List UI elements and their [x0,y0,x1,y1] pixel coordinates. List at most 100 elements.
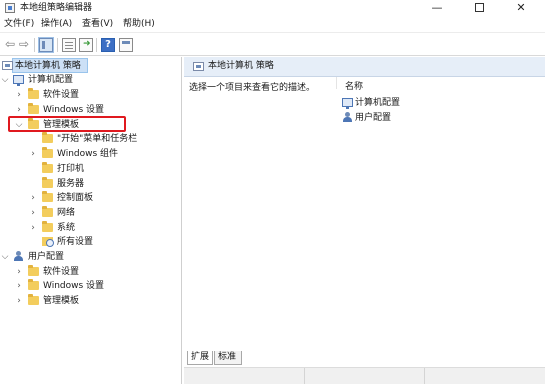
folder-icon [28,88,39,99]
folder-icon [28,103,39,114]
tab-standard[interactable]: 标准 [214,351,242,365]
close-button[interactable]: ✕ [500,0,542,17]
column-separator [336,77,337,89]
tree-item-windows-components[interactable]: › Windows 组件 [0,147,180,161]
minimize-button[interactable]: — [416,0,458,17]
app-icon [5,3,15,13]
tree-item-start-menu[interactable]: "开始"菜单和任务栏 [0,132,180,146]
tree-label: Windows 组件 [57,149,119,159]
chevron-right-icon[interactable]: › [28,221,38,235]
tree-item-user-config[interactable]: ⌵ 用户配置 [0,250,180,264]
show-pane-icon[interactable] [38,37,54,53]
folder-icon [28,265,39,276]
status-segment [304,368,305,384]
chevron-right-icon[interactable]: › [28,191,38,205]
folder-icon [42,162,53,173]
folder-icon [42,132,53,143]
tree-root-label: 本地计算机 策略 [15,61,81,71]
folder-icon [28,294,39,305]
content-pane: 本地计算机 策略 选择一个项目来查看它的描述。 名称 计算机配置 用户配置 扩展… [184,57,545,384]
title-bar: 本地组策略编辑器 — ✕ [0,0,545,17]
back-icon[interactable]: ⇦ [3,38,17,52]
tree-label: 网络 [57,208,76,218]
tree-label: 打印机 [57,164,85,174]
tree-item-software-settings[interactable]: › 软件设置 [0,88,180,102]
tree-label: 控制面板 [57,193,94,203]
properties-icon[interactable] [119,38,133,52]
export-icon[interactable] [79,38,93,52]
toolbar-separator [34,38,35,52]
tree-label: 计算机配置 [28,75,74,85]
computer-icon [342,98,353,109]
tree-item-server[interactable]: 服务器 [0,177,180,191]
column-header-name[interactable]: 名称 [345,81,363,94]
policy-icon [193,62,204,71]
list-item-label: 计算机配置 [355,98,401,108]
chevron-right-icon[interactable]: › [14,294,24,308]
tree-item-printers[interactable]: 打印机 [0,162,180,176]
tree-item-network[interactable]: › 网络 [0,206,180,220]
tree-pane: 本地计算机 策略 ⌵ 计算机配置 › 软件设置 › Windows 设置 ⌵ 管… [0,57,182,384]
content-title: 本地计算机 策略 [208,61,274,71]
menu-file[interactable]: 文件(F) [4,18,34,31]
chevron-right-icon[interactable]: › [14,279,24,293]
status-segment [424,368,425,384]
menu-action[interactable]: 操作(A) [41,18,72,31]
maximize-button[interactable] [458,0,500,17]
maximize-icon [474,3,484,12]
chevron-right-icon[interactable]: › [28,206,38,220]
chevron-right-icon[interactable]: › [28,147,38,161]
tree-item-computer-config[interactable]: ⌵ 计算机配置 [0,73,180,87]
toolbar: ⇦ ⇨ ? [0,32,545,56]
user-icon [13,251,24,261]
tree-label: 服务器 [57,179,85,189]
toolbar-separator [96,38,97,52]
tree-label: 软件设置 [43,267,80,277]
menu-bar: 文件(F) 操作(A) 查看(V) 帮助(H) [0,17,545,32]
settings-icon [42,237,54,247]
tree-label: 系统 [57,223,76,233]
description-text: 选择一个项目来查看它的描述。 [189,83,316,93]
tree-label: 用户配置 [28,252,65,262]
policy-icon [2,61,13,70]
user-icon [342,112,353,122]
list-item-label: 用户配置 [355,113,392,123]
content-header: 本地计算机 策略 [184,57,545,77]
tree-root[interactable]: 本地计算机 策略 [0,58,180,73]
tree-item-user-windows[interactable]: › Windows 设置 [0,279,180,293]
chevron-down-icon[interactable]: ⌵ [0,73,10,87]
forward-icon[interactable]: ⇨ [17,38,31,52]
tree-item-system[interactable]: › 系统 [0,221,180,235]
list-icon[interactable] [62,38,76,52]
tab-extended[interactable]: 扩展 [187,351,213,365]
window-title: 本地组策略编辑器 [20,3,93,13]
folder-icon [42,177,53,188]
folder-icon [42,206,53,217]
chevron-right-icon[interactable]: › [14,265,24,279]
help-icon[interactable]: ? [101,38,115,52]
chevron-right-icon[interactable]: › [14,88,24,102]
tree-item-windows-settings[interactable]: › Windows 设置 [0,103,180,117]
folder-icon [28,279,39,290]
tree-label: 软件设置 [43,90,80,100]
menu-view[interactable]: 查看(V) [82,18,113,31]
toolbar-separator [57,38,58,52]
tree-label: Windows 设置 [43,281,105,291]
tree-label: Windows 设置 [43,105,105,115]
tree-label: 所有设置 [57,237,94,247]
status-bar [184,367,545,384]
annotation-highlight-box [8,116,126,132]
tree-item-user-admin-templates[interactable]: › 管理模板 [0,294,180,308]
folder-icon [42,221,53,232]
computer-icon [13,75,24,86]
tree-item-control-panel[interactable]: › 控制面板 [0,191,180,205]
folder-icon [42,191,53,202]
menu-help[interactable]: 帮助(H) [123,18,155,31]
tree-item-all-settings[interactable]: 所有设置 [0,235,180,249]
tree-item-user-software[interactable]: › 软件设置 [0,265,180,279]
tree-label: "开始"菜单和任务栏 [57,134,138,144]
folder-icon [42,147,53,158]
chevron-right-icon[interactable]: › [14,103,24,117]
tree-label: 管理模板 [43,296,80,306]
chevron-down-icon[interactable]: ⌵ [0,250,10,264]
